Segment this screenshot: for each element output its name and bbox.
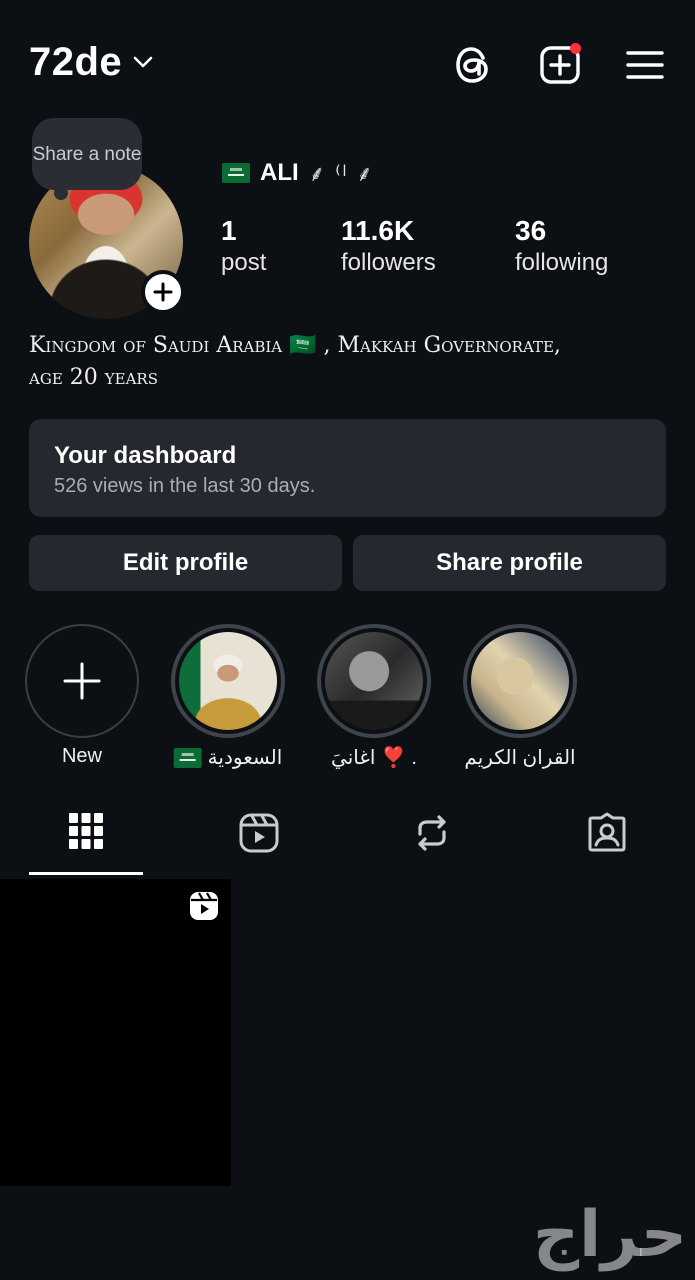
dashboard-title: Your dashboard xyxy=(54,442,237,469)
following-label: following xyxy=(515,249,609,276)
top-bar: 72de xyxy=(0,0,695,130)
plus-icon xyxy=(63,662,101,700)
username: 72de xyxy=(29,40,123,84)
highlight-label: السعودية xyxy=(173,745,283,770)
highlight-saudi[interactable]: السعودية xyxy=(171,624,285,769)
highlight-label: القران الكريم xyxy=(464,747,576,769)
bio-line-2: age 20 years xyxy=(29,365,158,390)
highlight-label: New xyxy=(61,745,103,767)
highlight-cover-image xyxy=(471,632,569,730)
display-name-text: ALI xyxy=(260,159,299,186)
chevron-down-icon xyxy=(132,55,154,74)
plus-icon xyxy=(153,282,173,302)
new-highlight[interactable]: New xyxy=(25,624,139,767)
dashboard-subtitle: 526 views in the last 30 days. xyxy=(54,475,316,497)
account-switcher[interactable]: 72de xyxy=(29,40,154,85)
highlight-label: اغانيَ ❣️ . xyxy=(331,747,417,769)
share-profile-button[interactable]: Share profile xyxy=(353,535,666,591)
reels-icon xyxy=(239,813,279,853)
add-story-button[interactable] xyxy=(141,270,185,314)
active-tab-indicator xyxy=(29,872,143,875)
post-thumbnail[interactable] xyxy=(0,879,231,1186)
tab-tagged[interactable] xyxy=(550,812,664,874)
grid-icon xyxy=(69,813,103,849)
menu-icon[interactable] xyxy=(620,40,670,90)
threads-icon[interactable] xyxy=(448,40,498,90)
notification-dot xyxy=(570,43,581,54)
following-count: 36 xyxy=(515,215,547,246)
reel-indicator-icon xyxy=(189,891,219,926)
highlight-ring xyxy=(171,624,285,738)
highlight-ring xyxy=(317,624,431,738)
professional-dashboard[interactable]: Your dashboard 526 views in the last 30 … xyxy=(29,419,666,517)
followers-label: followers xyxy=(341,249,436,276)
display-name-decoration: ⸙ ⁽ˡ ⸙ xyxy=(308,161,375,186)
profile-bio: Kingdom of Saudi Arabia 🇸🇦 , Makkah Gove… xyxy=(29,330,669,394)
saudi-flag-icon xyxy=(222,163,250,183)
edit-profile-button[interactable]: Edit profile xyxy=(29,535,342,591)
highlight-label-text: السعودية xyxy=(207,747,283,769)
tab-posts-grid[interactable] xyxy=(29,812,143,874)
bio-line-1: Kingdom of Saudi Arabia 🇸🇦 , Makkah Gove… xyxy=(29,333,561,358)
create-post-icon[interactable] xyxy=(535,40,585,90)
followers-count: 11.6K xyxy=(341,215,415,246)
reposts-icon xyxy=(418,815,446,851)
share-note-bubble[interactable]: Share a note xyxy=(32,118,142,200)
highlight-cover-image xyxy=(179,632,277,730)
tab-reels[interactable] xyxy=(202,812,316,874)
followers-stat[interactable]: 11.6K followers xyxy=(341,215,436,279)
haraj-watermark: حراج xyxy=(533,1198,687,1272)
tab-reposts[interactable] xyxy=(375,812,489,874)
posts-label: post xyxy=(221,249,267,276)
highlight-songs[interactable]: اغانيَ ❣️ . xyxy=(317,624,431,769)
following-stat[interactable]: 36 following xyxy=(515,215,608,279)
highlight-quran[interactable]: القران الكريم xyxy=(463,624,577,769)
posts-count: 1 xyxy=(221,215,237,246)
display-name: ALI ⸙ ⁽ˡ ⸙ xyxy=(222,158,375,188)
saudi-flag-icon xyxy=(173,747,202,768)
new-highlight-circle xyxy=(25,624,139,738)
tagged-icon xyxy=(588,812,626,852)
highlight-cover-image xyxy=(325,632,423,730)
posts-stat[interactable]: 1 post xyxy=(221,215,266,279)
highlight-ring xyxy=(463,624,577,738)
